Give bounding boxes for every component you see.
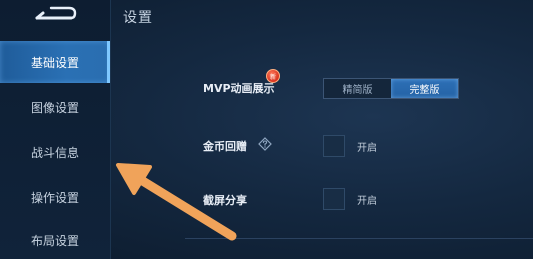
divider xyxy=(185,238,533,239)
sidebar: 基础设置 图像设置 战斗信息 操作设置 布局设置 xyxy=(0,0,111,259)
screenshot-share-toggle-label: 开启 xyxy=(357,196,377,207)
sidebar-item-control-settings[interactable]: 操作设置 xyxy=(0,176,110,218)
settings-screen: 基础设置 图像设置 战斗信息 操作设置 布局设置 设置 MVP动画展示 新 精简… xyxy=(0,0,533,259)
page-title: 设置 xyxy=(123,10,153,26)
sidebar-item-label: 基础设置 xyxy=(30,55,79,70)
mvp-animation-selector: 精简版 完整版 xyxy=(323,78,459,99)
back-button[interactable] xyxy=(30,3,78,27)
back-arrow-icon xyxy=(35,6,77,20)
coin-rebate-toggle-label: 开启 xyxy=(357,143,377,154)
question-diamond-icon[interactable] xyxy=(258,137,272,151)
sidebar-item-label: 操作设置 xyxy=(30,190,79,205)
screenshot-share-checkbox[interactable] xyxy=(323,188,345,210)
option-simple[interactable]: 精简版 xyxy=(324,79,391,98)
sidebar-item-battle-info[interactable]: 战斗信息 xyxy=(0,131,110,173)
sidebar-item-label: 图像设置 xyxy=(30,100,79,115)
sidebar-item-basic-settings[interactable]: 基础设置 xyxy=(0,41,110,83)
sidebar-item-label: 战斗信息 xyxy=(30,145,79,160)
sidebar-item-image-settings[interactable]: 图像设置 xyxy=(0,86,110,128)
mvp-animation-label: MVP动画展示 xyxy=(203,82,275,95)
sidebar-item-layout-settings[interactable]: 布局设置 xyxy=(0,219,110,259)
sidebar-item-label: 布局设置 xyxy=(30,233,79,248)
screenshot-share-label: 截屏分享 xyxy=(203,194,247,207)
coin-rebate-checkbox[interactable] xyxy=(323,135,345,157)
new-badge: 新 xyxy=(266,69,280,83)
option-full[interactable]: 完整版 xyxy=(391,79,458,98)
coin-rebate-label: 金币回赠 xyxy=(203,140,247,153)
